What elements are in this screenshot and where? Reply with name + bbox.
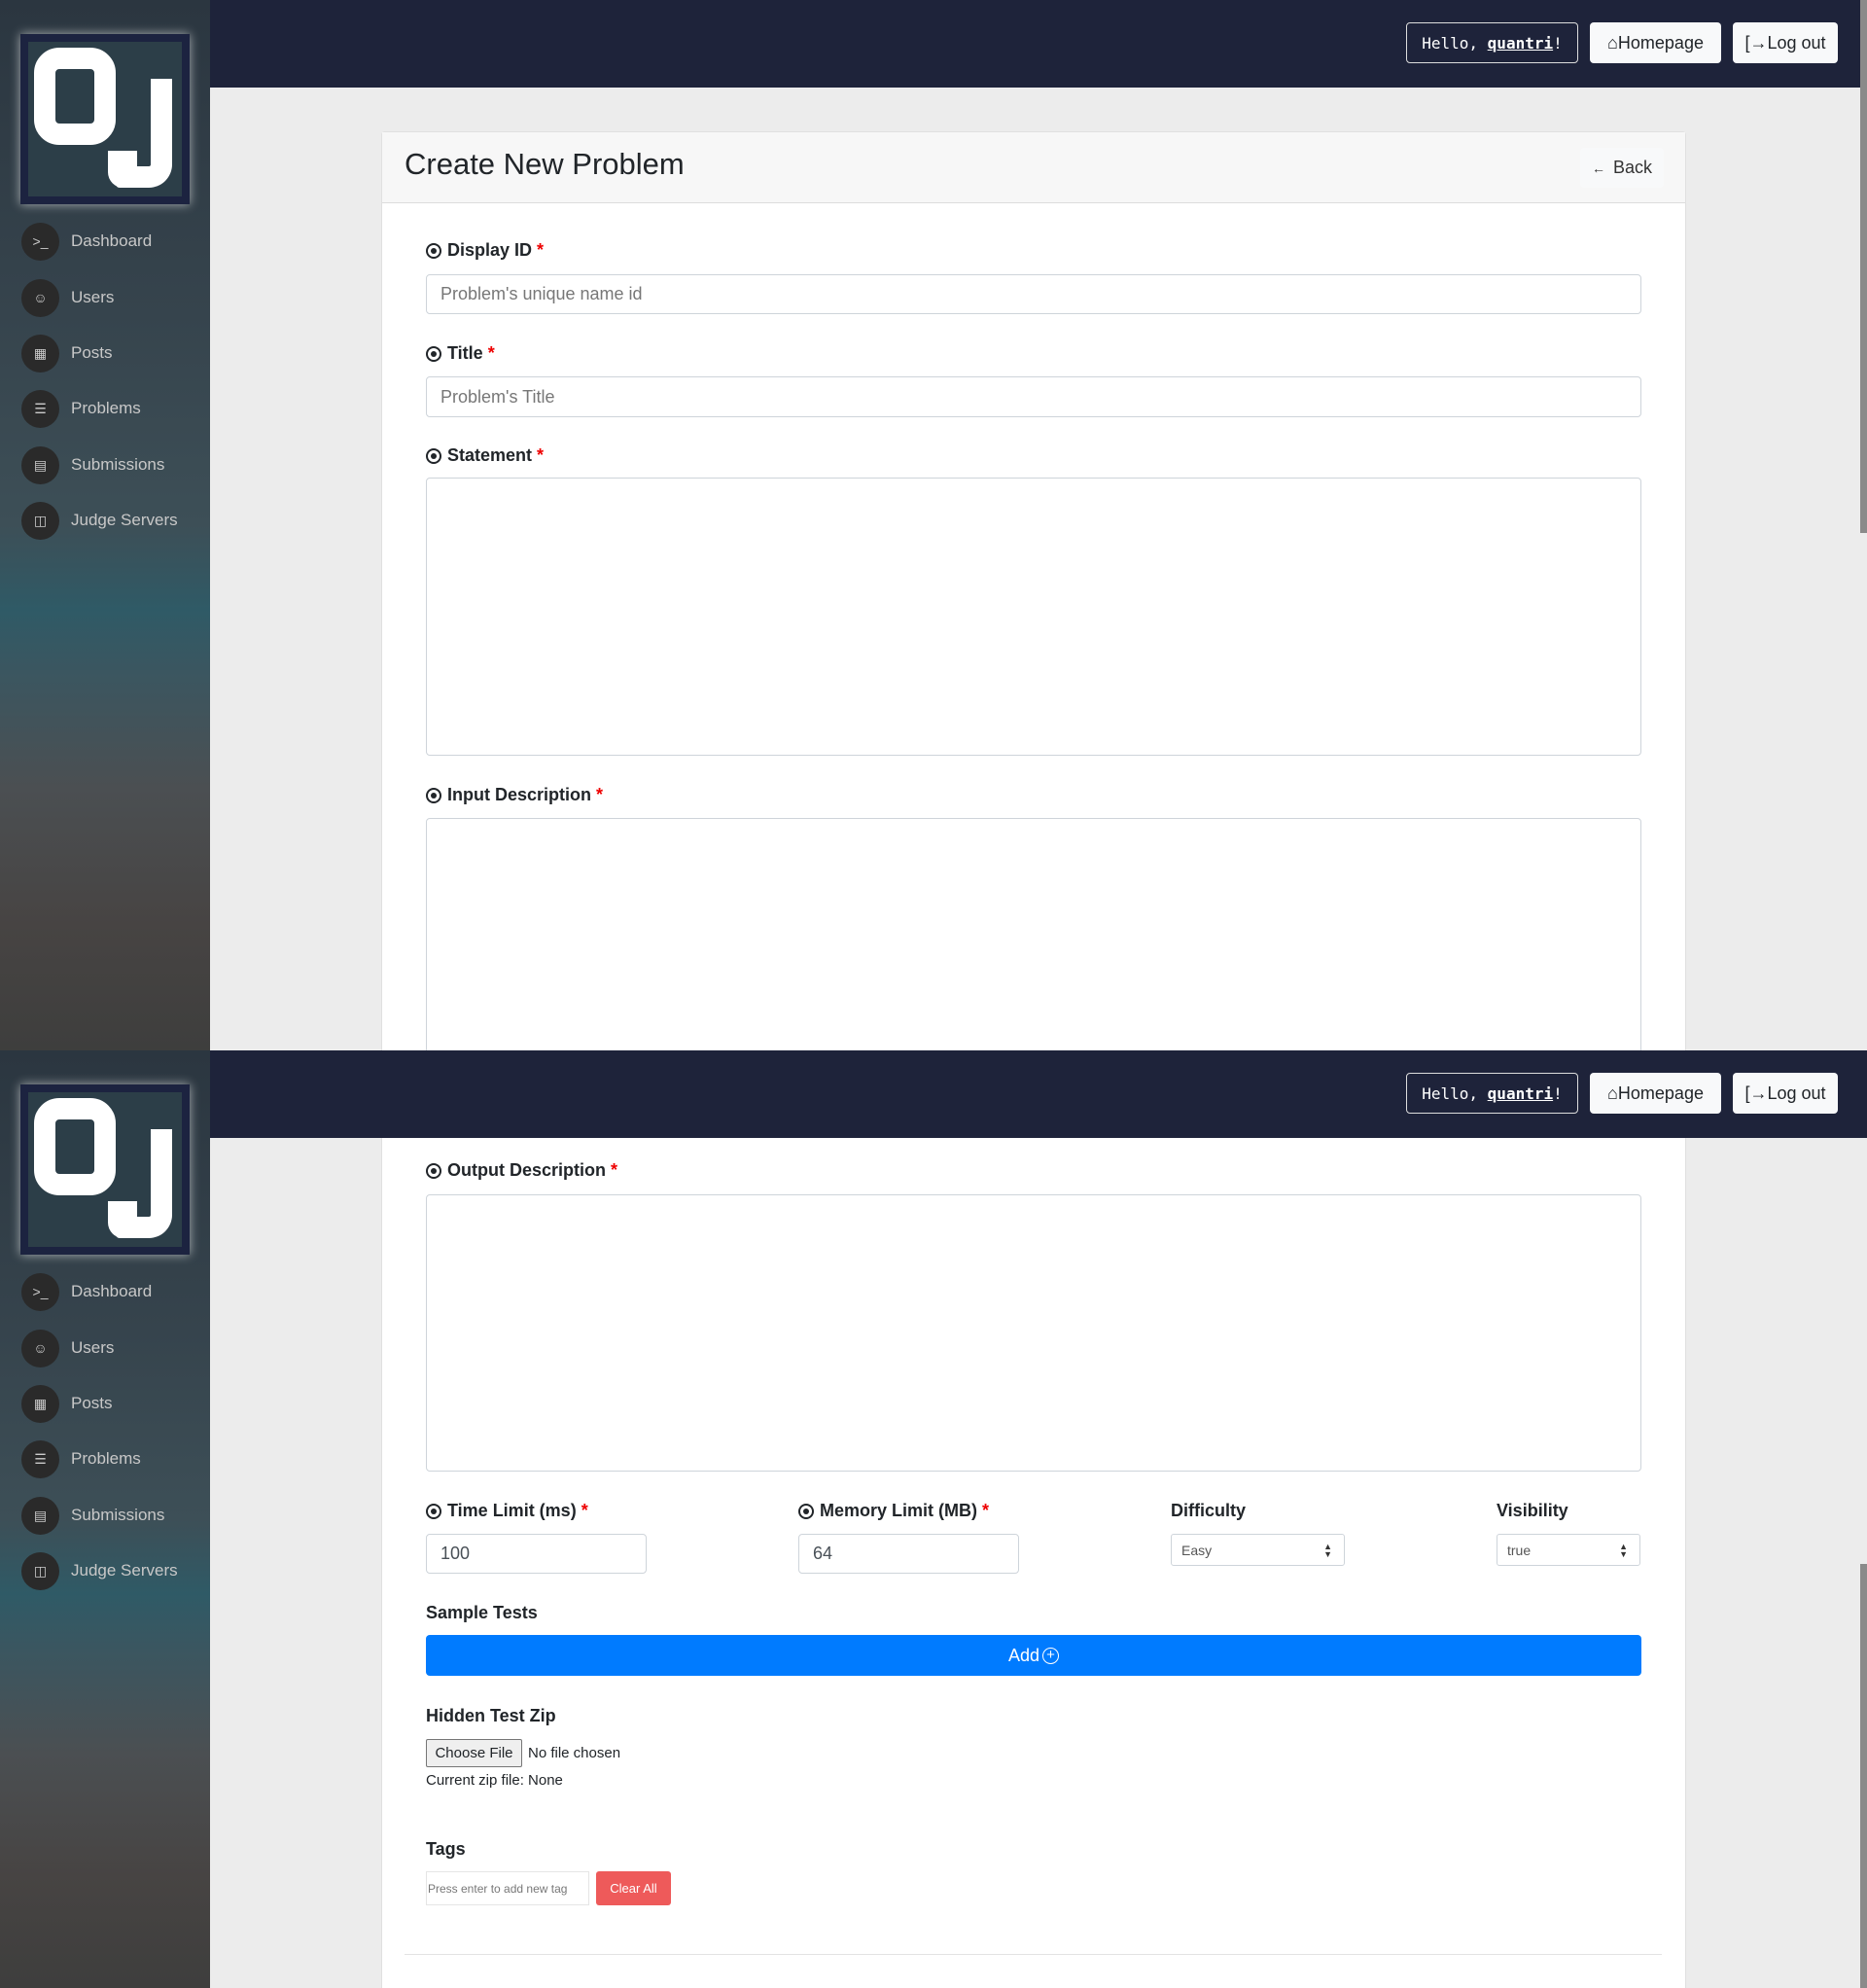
difficulty-select[interactable]: Easy ▲ ▼: [1171, 1534, 1345, 1566]
input-description-label: Input Description *: [426, 785, 603, 805]
tag-input[interactable]: Press enter to add new tag: [426, 1871, 589, 1905]
radio-dot-icon: [798, 1503, 814, 1519]
user-greeting-button[interactable]: Hello, quantri!: [1406, 1073, 1578, 1114]
time-limit-label: Time Limit (ms) *: [426, 1501, 588, 1521]
display-id-label: Display ID *: [426, 240, 544, 261]
hidden-test-zip-label: Hidden Test Zip: [426, 1706, 556, 1725]
divider: [405, 1954, 1662, 1955]
memory-limit-label: Memory Limit (MB) *: [798, 1501, 989, 1521]
file-status: No file chosen: [528, 1745, 621, 1761]
back-button[interactable]: ← Back: [1580, 148, 1664, 188]
visibility-select[interactable]: true ▲ ▼: [1497, 1534, 1640, 1566]
sidebar-item-dashboard[interactable]: >_ Dashboard: [21, 1272, 152, 1311]
user-icon: ☺: [21, 1329, 59, 1367]
visibility-label: Visibility: [1497, 1501, 1568, 1520]
radio-dot-icon: [426, 1162, 441, 1179]
add-sample-test-button[interactable]: Add +: [426, 1635, 1641, 1676]
grid-icon: ▦: [21, 1384, 59, 1423]
page-title: Create New Problem: [405, 147, 685, 181]
sidebar-item-submissions[interactable]: ▤ Submissions: [21, 1496, 164, 1535]
document-icon: ▤: [21, 445, 59, 484]
terminal-icon: >_: [21, 1272, 59, 1311]
oj-logo[interactable]: [20, 34, 190, 204]
memory-limit-input[interactable]: 64: [798, 1534, 1019, 1574]
user-greeting-button[interactable]: Hello, quantri!: [1406, 22, 1578, 63]
sidebar-item-posts[interactable]: ▦ Posts: [21, 1384, 113, 1423]
sidebar: >_ Dashboard ☺ Users ▦ Posts ☰ Problems ▤ Sub…: [0, 1050, 210, 1988]
select-arrows-icon: ▲ ▼: [1323, 1541, 1332, 1559]
clear-all-tags-button[interactable]: Clear All: [596, 1871, 671, 1905]
document-icon: ▤: [21, 1496, 59, 1535]
home-icon: ⌂: [1607, 32, 1618, 53]
radio-dot-icon: [426, 345, 441, 362]
username-link[interactable]: quantri: [1488, 1084, 1553, 1103]
viewport-bottom: >_ Dashboard ☺ Users ▦ Posts ☰ Problems ▤ Sub…: [0, 1050, 1867, 1988]
homepage-button[interactable]: ⌂ Homepage: [1590, 1073, 1721, 1114]
sidebar-item-users[interactable]: ☺ Users: [21, 278, 114, 317]
sidebar-item-submissions[interactable]: ▤ Submissions: [21, 445, 164, 484]
sidebar-item-users[interactable]: ☺ Users: [21, 1329, 114, 1367]
choose-file-button[interactable]: Choose File: [426, 1739, 522, 1767]
homepage-button[interactable]: ⌂ Homepage: [1590, 22, 1721, 63]
radio-dot-icon: [426, 787, 441, 803]
home-icon: ⌂: [1607, 1083, 1618, 1103]
user-icon: ☺: [21, 278, 59, 317]
select-arrows-icon: ▲ ▼: [1619, 1541, 1628, 1559]
logout-icon: [→: [1744, 1083, 1768, 1103]
oj-logo[interactable]: [20, 1084, 190, 1255]
sidebar: >_ Dashboard ☺ Users ▦ Posts ☰ Problems ▤ Sub…: [0, 0, 210, 1050]
sidebar-item-problems[interactable]: ☰ Problems: [21, 389, 141, 428]
difficulty-label: Difficulty: [1171, 1501, 1247, 1520]
viewport-top: >_ Dashboard ☺ Users ▦ Posts ☰ Problems ▤ Sub…: [0, 0, 1867, 1050]
sidebar-item-dashboard[interactable]: >_ Dashboard: [21, 222, 152, 261]
logout-button[interactable]: [→ Log out: [1733, 1073, 1838, 1114]
display-id-input[interactable]: Problem's unique name id: [426, 274, 1641, 314]
scrollbar-thumb[interactable]: [1860, 0, 1867, 533]
server-icon: ◫: [21, 1551, 59, 1590]
output-description-label: Output Description *: [426, 1160, 617, 1181]
statement-label: Statement *: [426, 445, 544, 466]
radio-dot-icon: [426, 242, 441, 259]
terminal-icon: >_: [21, 222, 59, 261]
input-description-textarea[interactable]: [426, 818, 1641, 1050]
server-icon: ◫: [21, 501, 59, 540]
arrow-left-icon: ←: [1591, 160, 1605, 176]
output-description-textarea[interactable]: [426, 1194, 1641, 1472]
logout-icon: [→: [1744, 32, 1768, 53]
title-label: Title *: [426, 343, 495, 364]
title-input[interactable]: Problem's Title: [426, 376, 1641, 417]
tags-label: Tags: [426, 1839, 466, 1859]
list-icon: ☰: [21, 389, 59, 428]
username-link[interactable]: quantri: [1488, 34, 1553, 53]
radio-dot-icon: [426, 1503, 441, 1519]
statement-textarea[interactable]: [426, 478, 1641, 756]
time-limit-input[interactable]: 100: [426, 1534, 647, 1574]
sidebar-item-judge-servers[interactable]: ◫ Judge Servers: [21, 1551, 178, 1590]
list-icon: ☰: [21, 1439, 59, 1478]
current-zip-file: Current zip file: None: [426, 1772, 563, 1789]
sidebar-item-posts[interactable]: ▦ Posts: [21, 334, 113, 373]
logout-button[interactable]: [→ Log out: [1733, 22, 1838, 63]
sidebar-item-judge-servers[interactable]: ◫ Judge Servers: [21, 501, 178, 540]
card-header: Create New Problem ← Back: [382, 132, 1685, 203]
sample-tests-label: Sample Tests: [426, 1603, 538, 1622]
sidebar-item-problems[interactable]: ☰ Problems: [21, 1439, 141, 1478]
plus-circle-icon: +: [1042, 1647, 1060, 1664]
scrollbar-thumb[interactable]: [1860, 1564, 1867, 1988]
grid-icon: ▦: [21, 334, 59, 373]
radio-dot-icon: [426, 447, 441, 464]
